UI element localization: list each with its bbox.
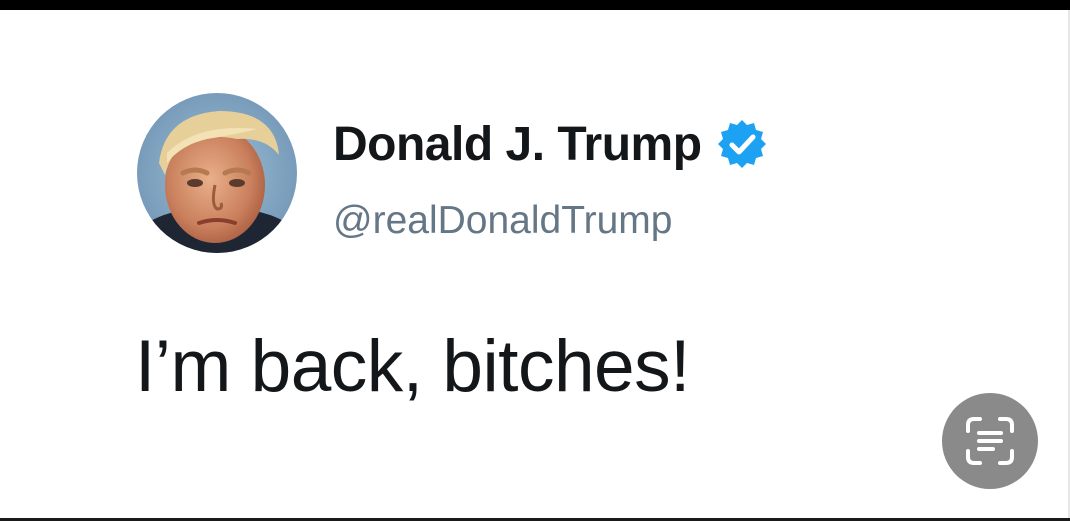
display-name[interactable]: Donald J. Trump: [333, 117, 702, 172]
verified-badge-icon: [716, 118, 768, 170]
profile-avatar[interactable]: [137, 93, 297, 253]
top-bar: [0, 0, 1070, 10]
tweet-card: Donald J. Trump @realDonaldTrump I’m bac…: [0, 10, 1068, 518]
screenshot-viewer: Donald J. Trump @realDonaldTrump I’m bac…: [0, 0, 1070, 521]
tweet-text: I’m back, bitches!: [135, 326, 690, 407]
user-handle[interactable]: @realDonaldTrump: [333, 199, 672, 243]
author-row: Donald J. Trump: [333, 114, 768, 174]
avatar-image: [137, 93, 297, 253]
live-text-scan-icon: [966, 417, 1014, 465]
live-text-scan-button[interactable]: [942, 393, 1038, 489]
